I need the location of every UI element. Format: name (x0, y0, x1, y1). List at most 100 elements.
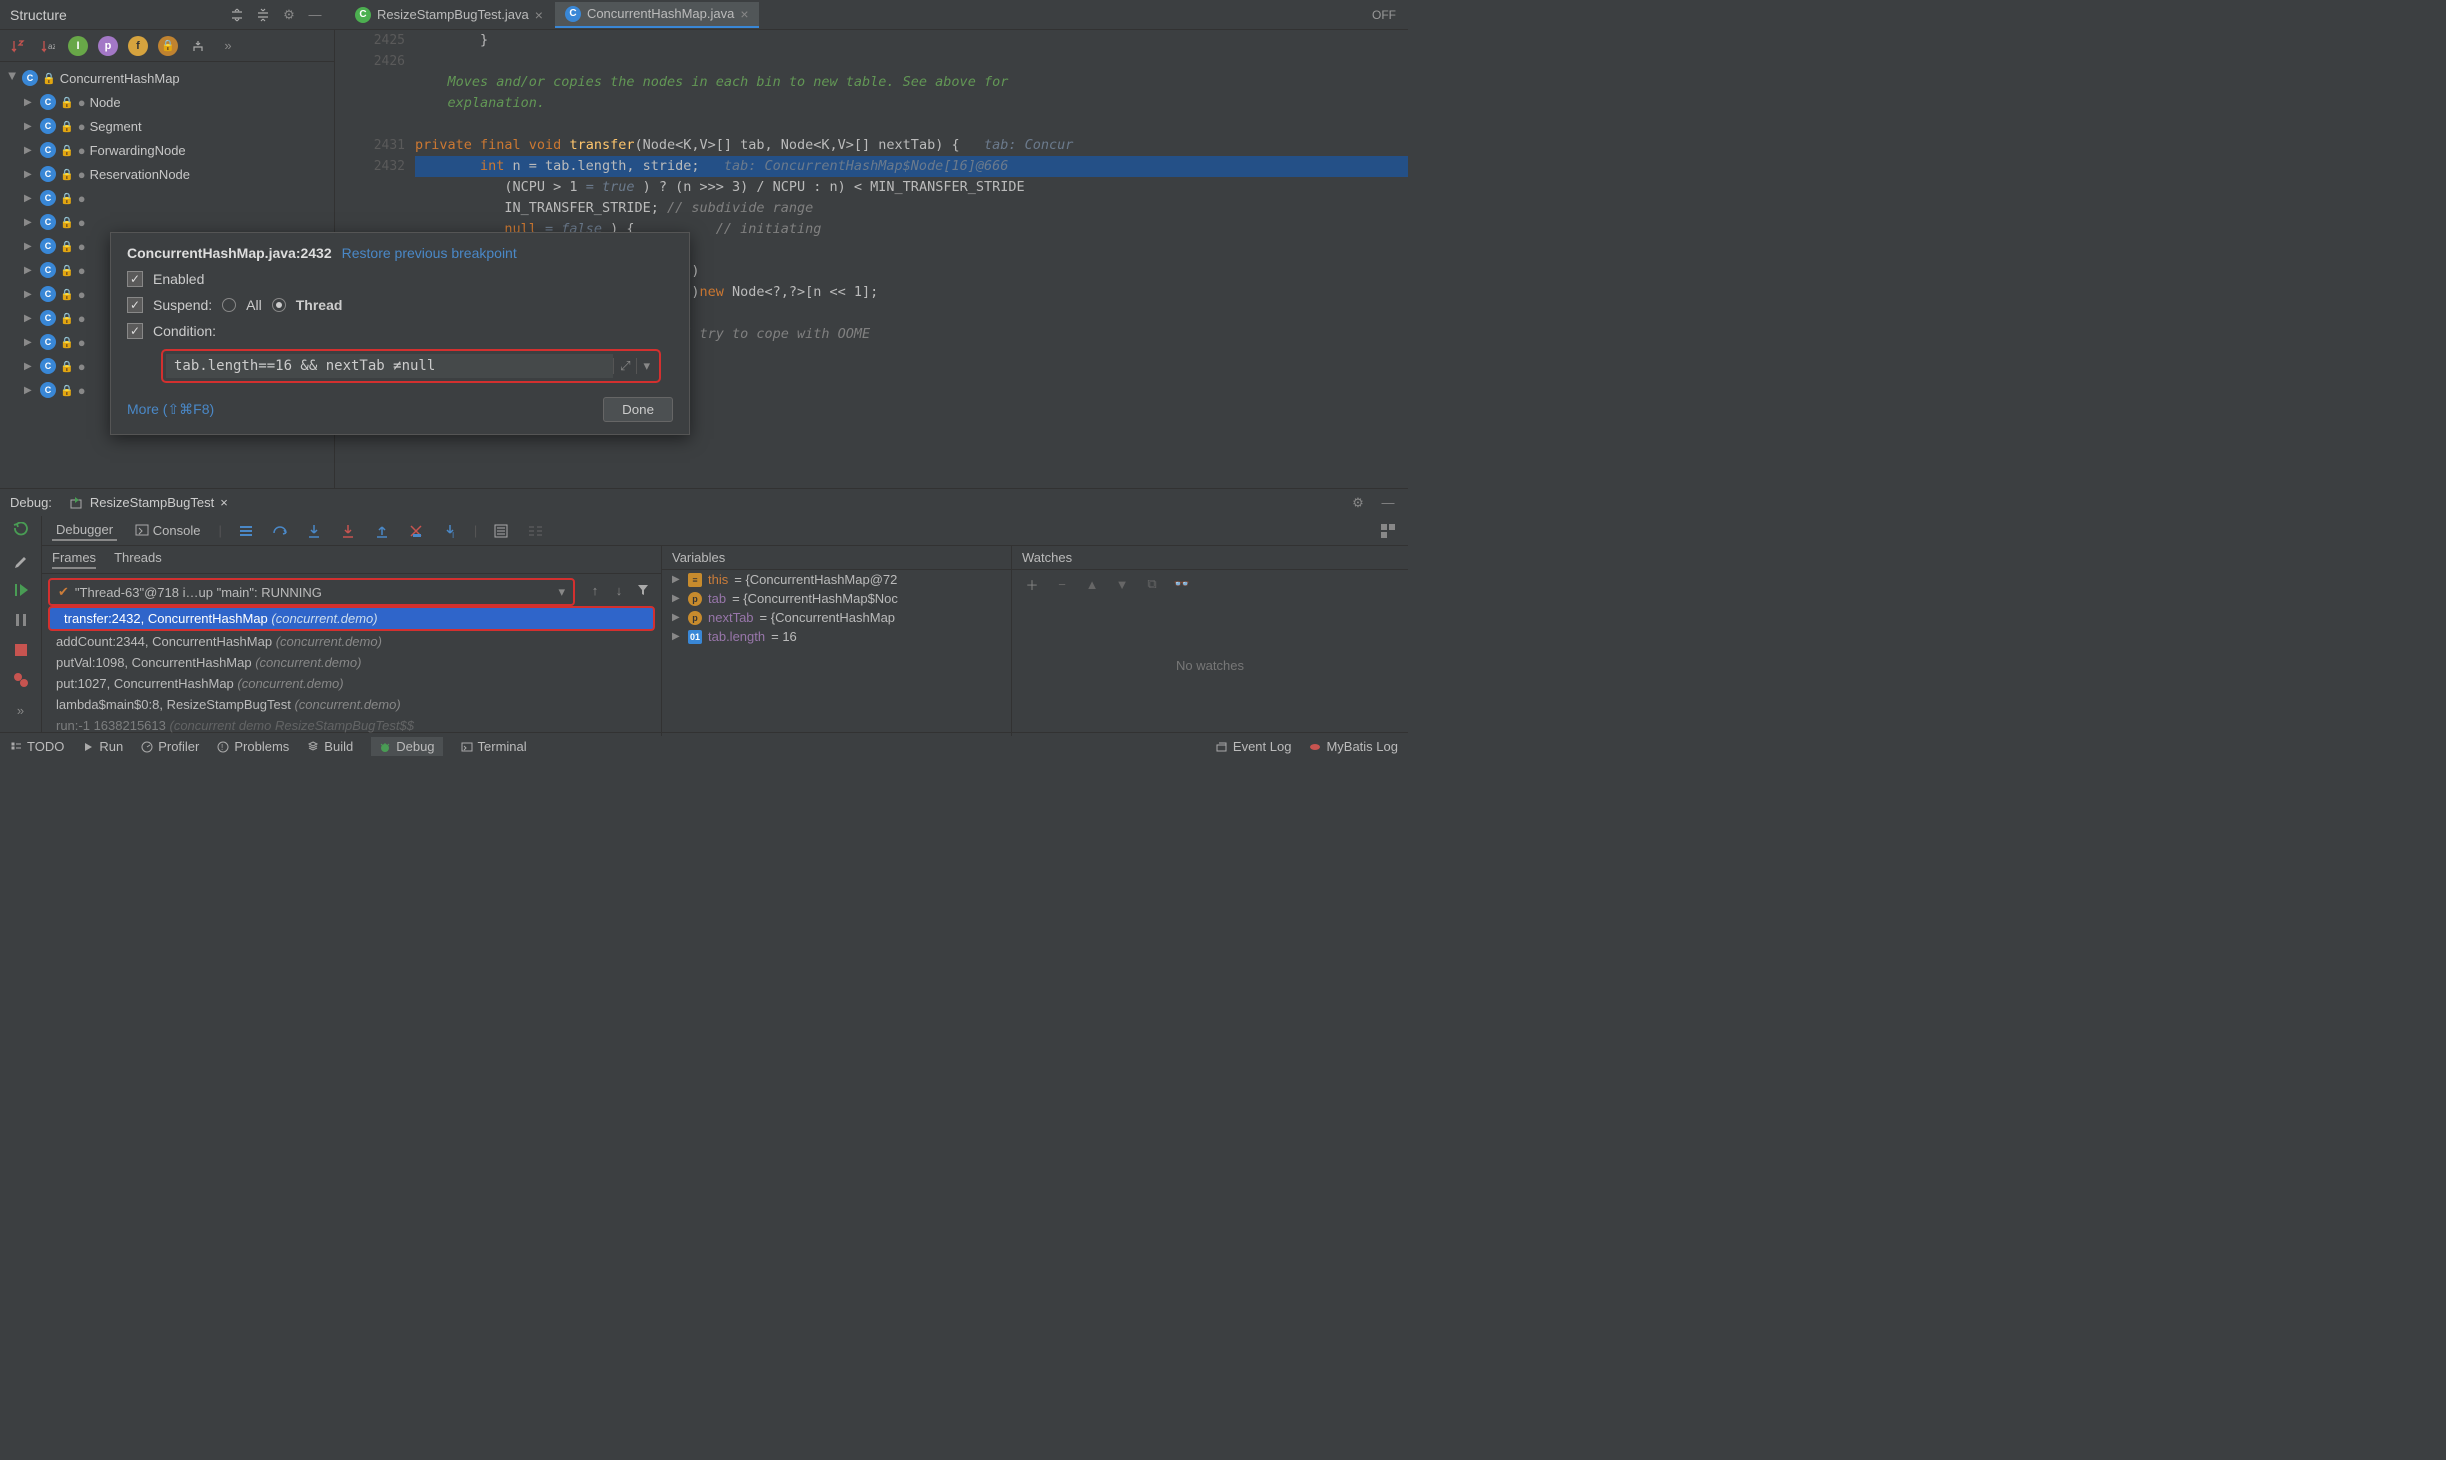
run-toolwindow[interactable]: Run (82, 739, 123, 754)
frame-row[interactable]: transfer:2432, ConcurrentHashMap (concur… (48, 606, 655, 631)
frame-row[interactable]: run:-1 1638215613 (concurrent demo Resiz… (42, 715, 661, 736)
tab-concurrent-hash-map[interactable]: C ConcurrentHashMap.java × (555, 2, 759, 28)
add-watch-icon[interactable]: ＋ (1022, 574, 1042, 594)
threads-tab[interactable]: Threads (114, 550, 162, 569)
tree-item[interactable]: ▶ C 🔒 ● ReservationNode (0, 162, 334, 186)
reader-mode-off[interactable]: OFF (1372, 8, 1408, 22)
frames-tab[interactable]: Frames (52, 550, 96, 569)
thread-selector[interactable]: ✔ "Thread-63"@718 i…up "main": RUNNING ▾ (48, 578, 575, 606)
tree-item[interactable]: ▶ C 🔒 ● ForwardingNode (0, 138, 334, 162)
watch-down-icon[interactable]: ▼ (1112, 574, 1132, 594)
watch-up-icon[interactable]: ▲ (1082, 574, 1102, 594)
force-step-into-icon[interactable] (338, 521, 358, 541)
frame-row[interactable]: lambda$main$0:8, ResizeStampBugTest (con… (42, 694, 661, 715)
chevron-right-icon[interactable]: ▶ (672, 593, 682, 604)
chevron-right-icon[interactable]: ▶ (24, 169, 36, 180)
enabled-checkbox[interactable] (127, 271, 143, 287)
show-inherited-icon[interactable] (188, 36, 208, 56)
frame-row[interactable]: put:1027, ConcurrentHashMap (concurrent.… (42, 673, 661, 694)
sort-visibility-icon[interactable]: az (38, 36, 58, 56)
chevron-right-icon[interactable]: ▶ (672, 574, 682, 585)
tree-item[interactable]: ▶ C 🔒 ● Node (0, 90, 334, 114)
collapse-all-icon[interactable] (253, 5, 273, 25)
tree-item[interactable]: ▶ C 🔒 ● Segment (0, 114, 334, 138)
next-frame-icon[interactable]: ↓ (609, 580, 629, 600)
mybatis-log[interactable]: MyBatis Log (1309, 739, 1398, 754)
show-fields-icon[interactable]: f (128, 36, 148, 56)
done-button[interactable]: Done (603, 397, 673, 422)
variable-row[interactable]: ▶ p nextTab = {ConcurrentHashMap (662, 608, 1011, 627)
chevron-right-icon[interactable]: ▶ (672, 612, 682, 623)
run-to-cursor-icon[interactable]: I (440, 521, 460, 541)
condition-input[interactable] (166, 354, 613, 378)
more-icon[interactable]: » (11, 700, 31, 720)
variable-row[interactable]: ▶ p tab = {ConcurrentHashMap$Noc (662, 589, 1011, 608)
show-execution-point-icon[interactable] (236, 521, 256, 541)
view-breakpoints-icon[interactable] (11, 670, 31, 690)
build-toolwindow[interactable]: Build (307, 739, 353, 754)
chevron-down-icon[interactable]: ▾ (558, 584, 565, 600)
variable-row[interactable]: ▶ 01 tab.length = 16 (662, 627, 1011, 646)
layout-icon[interactable] (1378, 521, 1398, 541)
suspend-checkbox[interactable] (127, 297, 143, 313)
expand-all-icon[interactable] (227, 5, 247, 25)
variable-row[interactable]: ▶ ≡ this = {ConcurrentHashMap@72 (662, 570, 1011, 589)
chevron-right-icon[interactable]: ▶ (24, 121, 36, 132)
tree-item[interactable]: ▶C🔒● (0, 210, 334, 234)
restore-breakpoint-link[interactable]: Restore previous breakpoint (342, 245, 517, 261)
event-log[interactable]: Event Log (1216, 739, 1292, 754)
suspend-thread-radio[interactable] (272, 298, 286, 312)
close-icon[interactable]: × (740, 6, 748, 22)
profiler-toolwindow[interactable]: Profiler (141, 739, 199, 754)
more-options-link[interactable]: More (⇧⌘F8) (127, 401, 214, 418)
debug-config-tab[interactable]: ResizeStampBugTest × (62, 493, 236, 512)
tree-item[interactable]: ▶C🔒● (0, 186, 334, 210)
tree-root[interactable]: ▶ C 🔒 ConcurrentHashMap (0, 66, 334, 90)
pause-icon[interactable] (11, 610, 31, 630)
terminal-toolwindow[interactable]: Terminal (461, 739, 527, 754)
step-into-icon[interactable] (304, 521, 324, 541)
modify-run-icon[interactable] (11, 550, 31, 570)
todo-toolwindow[interactable]: TODO (10, 739, 64, 754)
frame-row[interactable]: addCount:2344, ConcurrentHashMap (concur… (42, 631, 661, 652)
history-dropdown-icon[interactable]: ▾ (636, 358, 656, 374)
tab-resize-stamp-bug-test[interactable]: C ResizeStampBugTest.java × (345, 3, 553, 27)
close-icon[interactable]: × (220, 495, 228, 510)
console-tab[interactable]: Console (131, 521, 204, 540)
int-badge-icon: 01 (688, 630, 702, 644)
suspend-all-radio[interactable] (222, 298, 236, 312)
prev-frame-icon[interactable]: ↑ (585, 580, 605, 600)
show-properties-icon[interactable]: p (98, 36, 118, 56)
stop-icon[interactable] (11, 640, 31, 660)
chevron-right-icon[interactable]: ▶ (672, 631, 682, 642)
chevron-right-icon[interactable]: ▶ (24, 145, 36, 156)
more-icon[interactable]: » (218, 36, 238, 56)
minimize-icon[interactable]: — (305, 5, 325, 25)
filter-icon[interactable] (633, 580, 653, 600)
expand-icon[interactable]: ⤢ (613, 358, 636, 374)
show-interfaces-icon[interactable]: I (68, 36, 88, 56)
remove-watch-icon[interactable]: − (1052, 574, 1072, 594)
chevron-right-icon[interactable]: ▶ (24, 97, 36, 108)
glasses-icon[interactable]: 👓 (1172, 574, 1192, 594)
chevron-down-icon[interactable]: ▶ (7, 72, 18, 84)
trace-icon[interactable] (525, 521, 545, 541)
resume-icon[interactable] (11, 580, 31, 600)
step-over-icon[interactable] (270, 521, 290, 541)
debug-toolwindow[interactable]: Debug (371, 737, 442, 756)
sort-alpha-icon[interactable] (8, 36, 28, 56)
evaluate-icon[interactable] (491, 521, 511, 541)
drop-frame-icon[interactable] (406, 521, 426, 541)
gear-icon[interactable]: ⚙ (279, 5, 299, 25)
condition-checkbox[interactable] (127, 323, 143, 339)
close-icon[interactable]: × (535, 7, 543, 23)
rerun-icon[interactable] (11, 520, 31, 540)
minimize-icon[interactable]: — (1378, 493, 1398, 513)
show-non-public-icon[interactable]: 🔒 (158, 36, 178, 56)
step-out-icon[interactable] (372, 521, 392, 541)
duplicate-watch-icon[interactable]: ⧉ (1142, 574, 1162, 594)
frame-row[interactable]: putVal:1098, ConcurrentHashMap (concurre… (42, 652, 661, 673)
problems-toolwindow[interactable]: !Problems (217, 739, 289, 754)
debugger-tab[interactable]: Debugger (52, 520, 117, 541)
gear-icon[interactable]: ⚙ (1348, 493, 1368, 513)
